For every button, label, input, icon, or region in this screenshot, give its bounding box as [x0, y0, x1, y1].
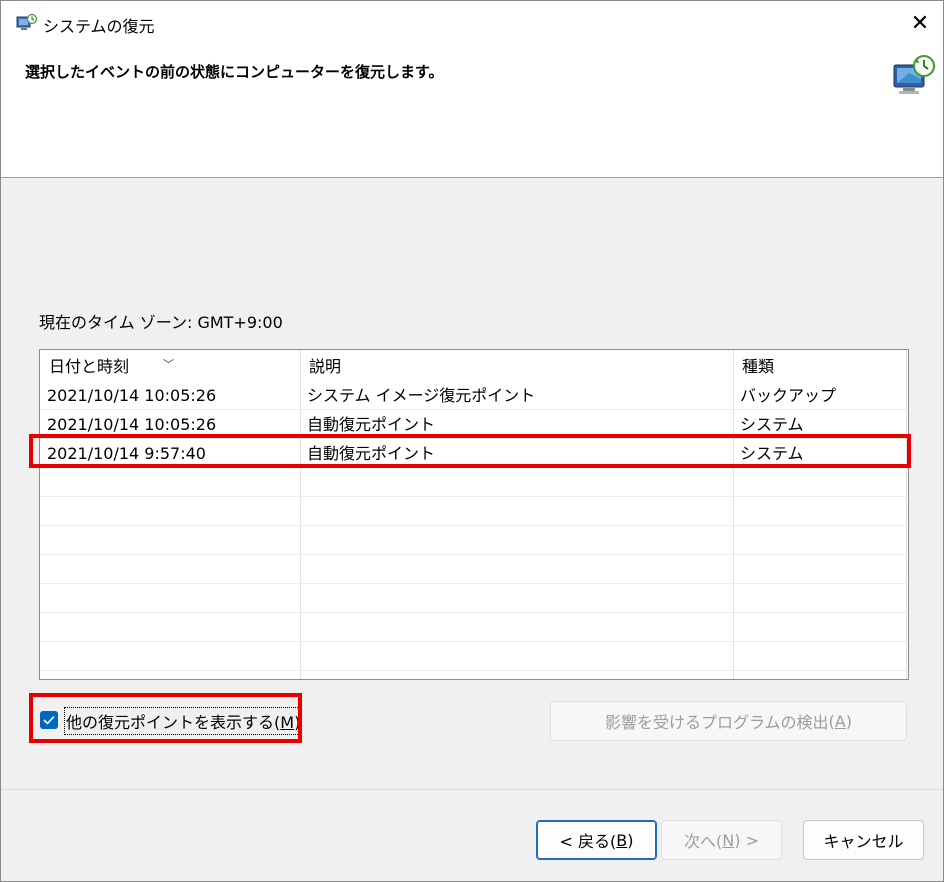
next-button-accel: N	[722, 830, 735, 850]
next-button-suffix: ) >	[734, 830, 759, 850]
close-icon: ✕	[910, 10, 930, 36]
empty-row	[40, 497, 906, 526]
table-row[interactable]: 2021/10/14 10:05:26 システム イメージ復元ポイント バックア…	[40, 381, 906, 410]
empty-row	[40, 642, 906, 671]
next-button-prefix: 次へ(	[684, 832, 723, 851]
system-restore-app-icon	[16, 13, 37, 30]
system-restore-icon	[893, 55, 935, 94]
back-button[interactable]: < 戻る(B)	[536, 820, 657, 860]
row-type: バックアップ	[740, 386, 837, 405]
empty-row	[40, 468, 906, 497]
header-message: 選択したイベントの前の状態にコンピューターを復元します。	[25, 63, 444, 81]
column-header-description-label: 説明	[309, 357, 342, 376]
column-header-description[interactable]: 説明	[300, 350, 733, 380]
column-header-type-label: 種類	[742, 357, 775, 376]
close-button[interactable]: ✕	[897, 1, 943, 45]
row-description: システム イメージ復元ポイント	[307, 386, 536, 405]
back-button-prefix: < 戻る(	[559, 832, 617, 851]
column-header-datetime[interactable]: 日付と時刻 ﹀	[40, 350, 300, 380]
scan-button-label: 影響を受けるプログラムの検出	[605, 713, 829, 732]
footer-divider	[1, 789, 943, 790]
back-button-accel: B	[616, 830, 628, 850]
empty-row	[40, 526, 906, 555]
row-date: 2021/10/14 10:05:26	[47, 386, 217, 405]
empty-row	[40, 555, 906, 584]
empty-row	[40, 613, 906, 642]
column-header-type[interactable]: 種類	[733, 350, 906, 380]
scan-affected-programs-button[interactable]: 影響を受けるプログラムの検出(A)	[550, 701, 907, 741]
restore-point-list[interactable]: 日付と時刻 ﹀ 説明 種類 2021/10/14 10:05:26 システム イ…	[39, 349, 909, 680]
title-bar: システムの復元 ✕	[1, 1, 943, 45]
highlight-annotation-checkbox	[29, 693, 302, 743]
system-restore-window: システムの復元 ✕ 選択したイベントの前の状態にコンピューターを復元します。 現…	[0, 0, 944, 882]
column-separator	[906, 350, 907, 679]
scan-button-accel: A	[834, 711, 846, 731]
column-header-datetime-label: 日付と時刻	[49, 357, 130, 376]
next-button[interactable]: 次へ(N) >	[661, 820, 782, 860]
timezone-label: 現在のタイム ゾーン: GMT+9:00	[39, 313, 283, 332]
sort-descending-icon: ﹀	[163, 358, 174, 371]
header-panel: 選択したイベントの前の状態にコンピューターを復元します。	[1, 45, 943, 178]
highlight-annotation-row	[29, 434, 911, 468]
cancel-button-label: キャンセル	[823, 832, 904, 851]
back-button-suffix: )	[627, 830, 634, 850]
empty-row	[40, 584, 906, 613]
cancel-button[interactable]: キャンセル	[803, 820, 924, 860]
window-title: システムの復元	[43, 17, 155, 36]
